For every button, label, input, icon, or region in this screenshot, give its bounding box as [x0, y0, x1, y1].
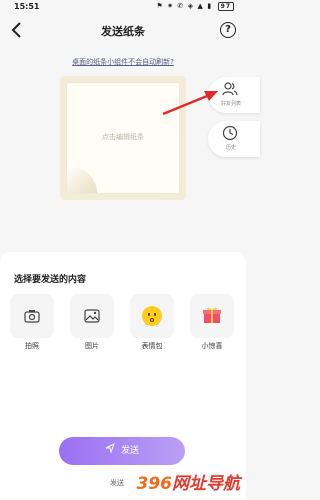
emoji-tile[interactable] [130, 294, 174, 338]
emoji-icon [142, 306, 162, 326]
note-paper[interactable]: 点击编辑纸条 [67, 83, 179, 193]
type-emoji[interactable]: 表情包 [130, 294, 174, 351]
note-edit-hint: 点击编辑纸条 [102, 133, 144, 141]
type-image-label: 图片 [85, 342, 99, 350]
content-type-title: 选择要发送的内容 [14, 275, 87, 285]
history-label: 历史 [225, 145, 236, 151]
emoji-mouth [150, 318, 154, 322]
camera-icon [24, 310, 40, 323]
type-camera[interactable]: 拍照 [10, 294, 54, 351]
clock-icon [222, 125, 238, 141]
type-surprise[interactable]: 小惊喜 [190, 294, 234, 351]
nav-bar: 发送纸条 ? [0, 18, 246, 44]
help-button[interactable]: ? [220, 22, 236, 38]
gift-tile[interactable] [190, 294, 234, 338]
emoji-left-eye [148, 313, 150, 316]
page-title: 发送纸条 [101, 25, 145, 38]
type-camera-label: 拍照 [25, 342, 39, 350]
send-icon [105, 437, 115, 465]
friends-icon [222, 82, 238, 96]
send-button[interactable]: 发送 [59, 437, 185, 465]
status-glyphs: ⚑ ✷ ✆ ◈ ▲ ▮ [156, 2, 213, 10]
bottom-send-text: 发送 [110, 479, 124, 487]
image-tile[interactable] [70, 294, 114, 338]
friends-list-label: 好友列表 [220, 101, 241, 107]
send-button-label: 发送 [120, 446, 139, 456]
widget-refresh-notice[interactable]: 桌面的纸条小组件不会自动刷新? [0, 57, 246, 67]
watermark-text: 网址导航 [172, 474, 240, 494]
gift-icon [203, 307, 221, 323]
site-watermark: 396网址导航 [137, 469, 241, 494]
type-emoji-label: 表情包 [141, 342, 163, 350]
content-type-list: 拍照 图片 表情包 小惊喜 [0, 294, 246, 354]
emoji-right-eye [154, 313, 156, 316]
type-image[interactable]: 图片 [70, 294, 114, 351]
camera-tile[interactable] [10, 294, 54, 338]
friends-list-button[interactable]: 好友列表 [208, 77, 260, 113]
status-time: 15:51 [14, 2, 40, 11]
status-icons: ⚑ ✷ ✆ ◈ ▲ ▮ 97 [156, 2, 234, 11]
battery-icon: 97 [217, 2, 234, 11]
type-surprise-label: 小惊喜 [201, 342, 223, 350]
page-curl-decoration [67, 167, 97, 193]
watermark-number: 396 [136, 474, 173, 494]
status-bar: 15:51 ⚑ ✷ ✆ ◈ ▲ ▮ 97 [0, 0, 246, 14]
image-icon [84, 309, 100, 323]
note-card[interactable]: 点击编辑纸条 [60, 76, 186, 200]
history-button[interactable]: 历史 [208, 121, 260, 157]
